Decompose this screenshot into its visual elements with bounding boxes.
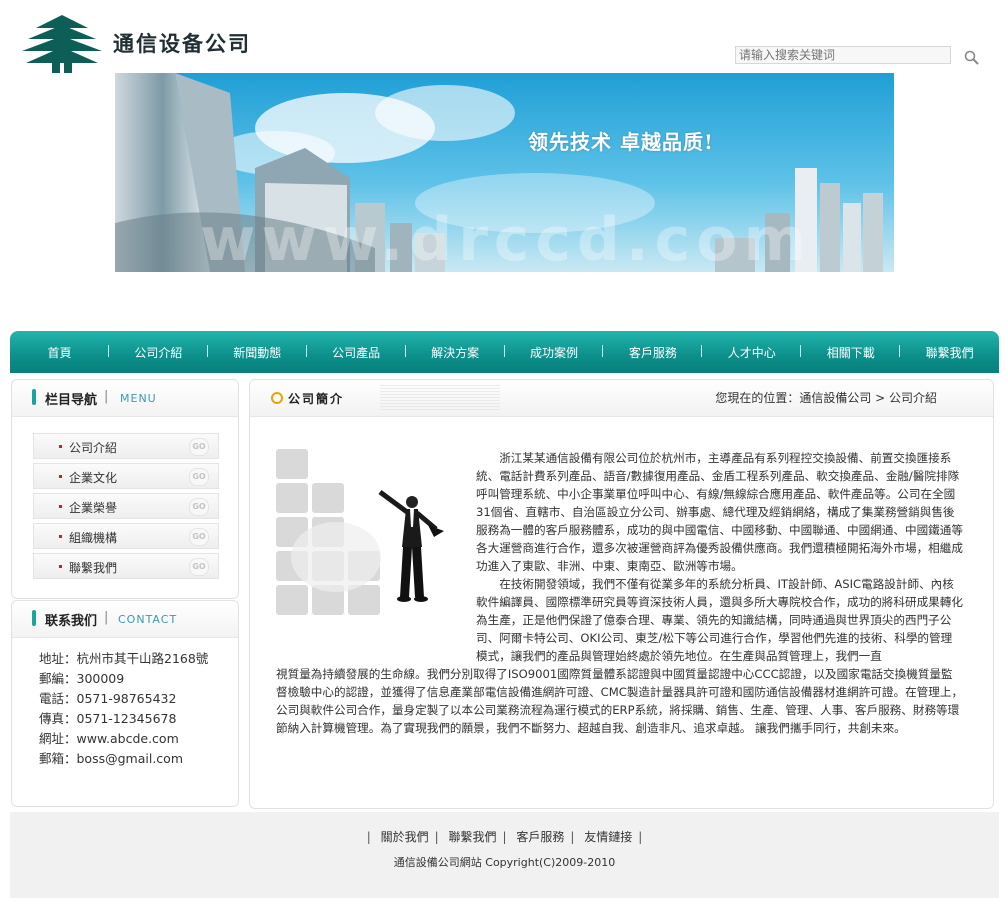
intro-paragraph-3: 視質量為持續發展的生命線。我們分別取得了ISO9001國際質量體系認證與中國質量…: [276, 667, 964, 735]
decor-stripes: [380, 384, 500, 410]
copyright: 通信設備公司網站 Copyright(C)2009-2010: [393, 856, 616, 869]
nav-item-about[interactable]: 公司介紹: [109, 344, 208, 361]
intro-paragraph-2: 在技術開發領域，我們不僅有從業多年的系統分析員、IT設計師、ASIC電路設計師、…: [476, 577, 963, 663]
contact-phone: 電話：0571-98765432: [39, 691, 177, 706]
sidebar-item-contact[interactable]: 聯繫我們 GO: [33, 553, 219, 579]
sidebar-item-label: 聯繫我們: [69, 561, 118, 575]
nav-item-solutions[interactable]: 解決方案: [406, 344, 505, 361]
nav-item-news[interactable]: 新聞動態: [208, 344, 307, 361]
header-bar-icon: [32, 610, 36, 626]
sidebar-item-culture[interactable]: 企業文化 GO: [33, 463, 219, 489]
contact-website[interactable]: 網址：www.abcde.com: [39, 728, 179, 747]
bullet-icon: [59, 475, 62, 478]
banner-slogan: 领先技术 卓越品质!: [528, 130, 714, 154]
breadcrumb: 您現在的位置：通信設備公司 > 公司介紹: [715, 391, 937, 405]
banner-watermark: www.drccd.com: [200, 205, 812, 275]
sidebar-menu-title: 栏目导航: [45, 393, 98, 408]
sidebar-menu-title-en: MENU: [120, 392, 157, 405]
go-icon[interactable]: GO: [189, 528, 209, 546]
contact-email[interactable]: 郵箱：boss@gmail.com: [39, 748, 183, 767]
bullet-icon: [59, 445, 62, 448]
nav-item-downloads[interactable]: 相關下載: [801, 344, 901, 361]
intro-paragraph-1: 浙江某某通信設備有限公司位於杭州市，主導產品有系列程控交換設備、前置交換匯接系統…: [476, 451, 963, 573]
sidebar-contact-header: 联系我们 | CONTACT: [12, 601, 238, 638]
contact-postcode: 郵編：300009: [39, 671, 125, 686]
sidebar-contact-title: 联系我们: [45, 614, 98, 629]
sidebar-menu-header: 栏目导航 | MENU: [12, 380, 238, 417]
sidebar-item-label: 公司介紹: [69, 441, 118, 455]
go-icon[interactable]: GO: [189, 498, 209, 516]
go-icon[interactable]: GO: [189, 558, 209, 576]
header-bar-icon: [32, 389, 36, 405]
footer-link-friends[interactable]: 友情鏈接: [584, 830, 632, 844]
search-input[interactable]: [735, 46, 951, 64]
title-circle-icon: [271, 392, 283, 404]
main-content-header: 公司簡介 您現在的位置：通信設備公司 > 公司介紹: [250, 380, 993, 417]
footer: | 關於我們 | 聯繫我們 | 客戶服務 | 友情鏈接 | 通信設備公司網站 Copyr…: [10, 812, 999, 898]
footer-link-about[interactable]: 關於我們: [381, 830, 429, 844]
sidebar-item-organization[interactable]: 組織機構 GO: [33, 523, 219, 549]
nav-item-service[interactable]: 客戶服務: [603, 344, 703, 361]
contact-fax: 傳真：0571-12345678: [39, 711, 177, 726]
contact-address: 地址：杭州市其干山路2168號: [39, 651, 209, 666]
footer-links: | 關於我們 | 聯繫我們 | 客戶服務 | 友情鏈接 |: [366, 830, 643, 844]
nav-item-cases[interactable]: 成功案例: [505, 344, 604, 361]
go-icon[interactable]: GO: [189, 468, 209, 486]
nav-item-products[interactable]: 公司產品: [307, 344, 406, 361]
businessman-image: [276, 449, 444, 615]
nav-item-careers[interactable]: 人才中心: [702, 344, 802, 361]
sidebar-item-about[interactable]: 公司介紹 GO: [33, 433, 219, 459]
page-title: 公司簡介: [288, 392, 345, 406]
sidebar-item-honors[interactable]: 企業榮譽 GO: [33, 493, 219, 519]
search-icon[interactable]: [963, 49, 981, 67]
main-navigation: 首頁 公司介紹 新聞動態 公司產品 解決方案 成功案例 客戶服務 人才中心 相關…: [10, 331, 999, 373]
sidebar-menu-panel: 栏目导航 | MENU 公司介紹 GO 企業文化 GO 企業榮譽 GO 組織機構…: [11, 379, 239, 599]
sidebar-item-label: 企業文化: [69, 471, 118, 485]
sidebar-contact-panel: 联系我们 | CONTACT 地址：杭州市其干山路2168號 郵編：300009…: [11, 600, 239, 807]
sidebar-contact-title-en: CONTACT: [118, 613, 178, 626]
bullet-icon: [59, 565, 62, 568]
go-icon[interactable]: GO: [189, 438, 209, 456]
sidebar-item-label: 企業榮譽: [69, 501, 118, 515]
nav-item-contact[interactable]: 聯繫我們: [900, 344, 999, 361]
sidebar-item-label: 組織機構: [69, 531, 118, 545]
footer-link-contact[interactable]: 聯繫我們: [448, 830, 496, 844]
company-name: 通信设备公司: [113, 31, 251, 56]
bullet-icon: [59, 535, 62, 538]
footer-link-service[interactable]: 客戶服務: [516, 830, 564, 844]
nav-item-home[interactable]: 首頁: [10, 344, 109, 361]
bullet-icon: [59, 505, 62, 508]
